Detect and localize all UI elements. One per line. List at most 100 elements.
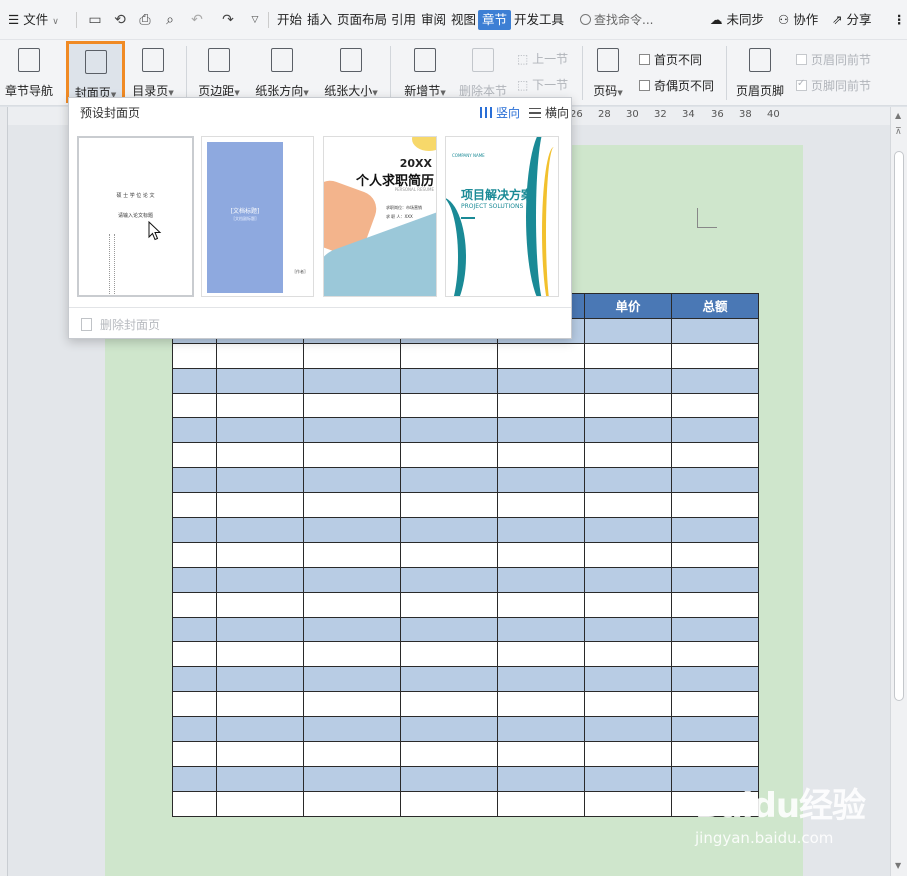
header-total[interactable]: 总额 bbox=[671, 293, 759, 319]
table-cell[interactable] bbox=[303, 517, 401, 543]
table-cell[interactable] bbox=[303, 342, 401, 369]
table-cell[interactable] bbox=[303, 691, 401, 718]
table-cell[interactable] bbox=[400, 492, 498, 519]
table-cell[interactable] bbox=[497, 666, 585, 693]
chapter-nav-button[interactable]: 章节导航 bbox=[2, 44, 56, 104]
table-cell[interactable] bbox=[497, 641, 585, 668]
table-cell[interactable] bbox=[303, 392, 401, 419]
vertical-scrollbar[interactable]: ▲ ⊼ ▼ bbox=[890, 107, 907, 876]
more-dropdown-icon[interactable]: ▽ bbox=[245, 10, 265, 30]
table-cell[interactable] bbox=[400, 616, 498, 643]
page-number-button[interactable]: 页码▼ bbox=[588, 44, 628, 104]
table-cell[interactable] bbox=[172, 790, 217, 817]
landscape-option[interactable]: 横向 bbox=[529, 104, 569, 121]
tab-references[interactable]: 引用 bbox=[391, 0, 416, 40]
table-cell[interactable] bbox=[497, 765, 585, 792]
new-section-button[interactable]: 新增节▼ bbox=[398, 44, 452, 104]
collaborate-button[interactable]: ⚇ 协作 bbox=[778, 0, 818, 40]
table-cell[interactable] bbox=[400, 367, 498, 394]
table-cell[interactable] bbox=[671, 641, 759, 668]
table-cell[interactable] bbox=[400, 392, 498, 419]
scrollbar-thumb[interactable] bbox=[894, 151, 904, 701]
table-cell[interactable] bbox=[303, 765, 401, 792]
table-cell[interactable] bbox=[400, 517, 498, 543]
table-cell[interactable] bbox=[671, 517, 759, 543]
header-unit-price[interactable]: 单价 bbox=[584, 293, 672, 319]
table-cell[interactable] bbox=[303, 492, 401, 519]
table-cell[interactable] bbox=[303, 741, 401, 767]
margins-button[interactable]: 页边距▼ bbox=[194, 44, 244, 104]
header-footer-button[interactable]: 页眉页脚 bbox=[733, 44, 787, 104]
table-cell[interactable] bbox=[671, 741, 759, 767]
table-cell[interactable] bbox=[216, 492, 304, 519]
scroll-up-icon[interactable]: ▲ bbox=[895, 111, 901, 120]
print-preview-icon[interactable]: ⌕ bbox=[160, 10, 180, 30]
table-cell[interactable] bbox=[584, 716, 672, 743]
delete-cover-page-button[interactable]: 删除封面页 bbox=[81, 316, 160, 333]
undo-icon[interactable]: ↶ bbox=[187, 10, 207, 30]
table-cell[interactable] bbox=[172, 342, 217, 369]
table-cell[interactable] bbox=[400, 467, 498, 494]
table-cell[interactable] bbox=[303, 442, 401, 469]
table-cell[interactable] bbox=[497, 566, 585, 593]
table-cell[interactable] bbox=[497, 367, 585, 394]
table-cell[interactable] bbox=[584, 541, 672, 568]
table-cell[interactable] bbox=[400, 765, 498, 792]
cover-page-button[interactable]: 封面页▼ bbox=[66, 41, 125, 103]
table-cell[interactable] bbox=[497, 716, 585, 743]
cover-template-project[interactable]: COMPANY NAME 项目解决方案 PROJECT SOLUTIONS bbox=[445, 136, 559, 297]
table-cell[interactable] bbox=[400, 342, 498, 369]
table-cell[interactable] bbox=[400, 442, 498, 469]
table-cell[interactable] bbox=[671, 367, 759, 394]
table-cell[interactable] bbox=[671, 716, 759, 743]
table-cell[interactable] bbox=[303, 641, 401, 668]
table-cell[interactable] bbox=[497, 342, 585, 369]
delete-section-button[interactable]: 删除本节 bbox=[456, 44, 510, 104]
first-page-different-checkbox[interactable]: 首页不同 bbox=[639, 51, 702, 68]
table-cell[interactable] bbox=[172, 641, 217, 668]
table-cell[interactable] bbox=[216, 566, 304, 593]
table-cell[interactable] bbox=[216, 367, 304, 394]
table-cell[interactable] bbox=[172, 442, 217, 469]
prev-section-button[interactable]: ⬚ 上一节 bbox=[517, 50, 568, 67]
table-cell[interactable] bbox=[584, 392, 672, 419]
table-cell[interactable] bbox=[303, 417, 401, 444]
table-cell[interactable] bbox=[497, 790, 585, 817]
table-cell[interactable] bbox=[400, 666, 498, 693]
next-section-button[interactable]: ⬚ 下一节 bbox=[517, 76, 568, 93]
table-cell[interactable] bbox=[172, 765, 217, 792]
table-cell[interactable] bbox=[303, 716, 401, 743]
print-icon[interactable]: ⎙ bbox=[135, 10, 155, 30]
file-menu[interactable]: ☰ 文件 ∨ bbox=[8, 0, 59, 40]
table-cell[interactable] bbox=[584, 666, 672, 693]
table-cell[interactable] bbox=[172, 741, 217, 767]
table-cell[interactable] bbox=[584, 467, 672, 494]
table-cell[interactable] bbox=[216, 467, 304, 494]
table-cell[interactable] bbox=[172, 716, 217, 743]
paper-size-button[interactable]: 纸张大小▼ bbox=[320, 44, 382, 104]
table-cell[interactable] bbox=[172, 666, 217, 693]
table-cell[interactable] bbox=[584, 317, 672, 344]
table-cell[interactable] bbox=[303, 541, 401, 568]
command-search[interactable]: 查找命令... bbox=[580, 9, 670, 31]
table-cell[interactable] bbox=[497, 492, 585, 519]
table-cell[interactable] bbox=[400, 741, 498, 767]
table-cell[interactable] bbox=[671, 342, 759, 369]
table-cell[interactable] bbox=[172, 591, 217, 618]
table-cell[interactable] bbox=[216, 641, 304, 668]
tab-chapter[interactable]: 章节 bbox=[478, 10, 512, 30]
format-painter-icon[interactable]: ⟲ bbox=[110, 10, 130, 30]
table-cell[interactable] bbox=[216, 392, 304, 419]
table-cell[interactable] bbox=[584, 566, 672, 593]
table-cell[interactable] bbox=[584, 616, 672, 643]
table-cell[interactable] bbox=[172, 367, 217, 394]
table-cell[interactable] bbox=[671, 442, 759, 469]
table-cell[interactable] bbox=[400, 541, 498, 568]
table-cell[interactable] bbox=[497, 467, 585, 494]
cover-template-thesis[interactable]: 硕 士 学 位 论 文 请输入论文标题 bbox=[77, 136, 194, 297]
table-cell[interactable] bbox=[303, 616, 401, 643]
table-cell[interactable] bbox=[671, 417, 759, 444]
tab-developer[interactable]: 开发工具 bbox=[514, 0, 564, 40]
table-cell[interactable] bbox=[497, 442, 585, 469]
table-cell[interactable] bbox=[216, 591, 304, 618]
